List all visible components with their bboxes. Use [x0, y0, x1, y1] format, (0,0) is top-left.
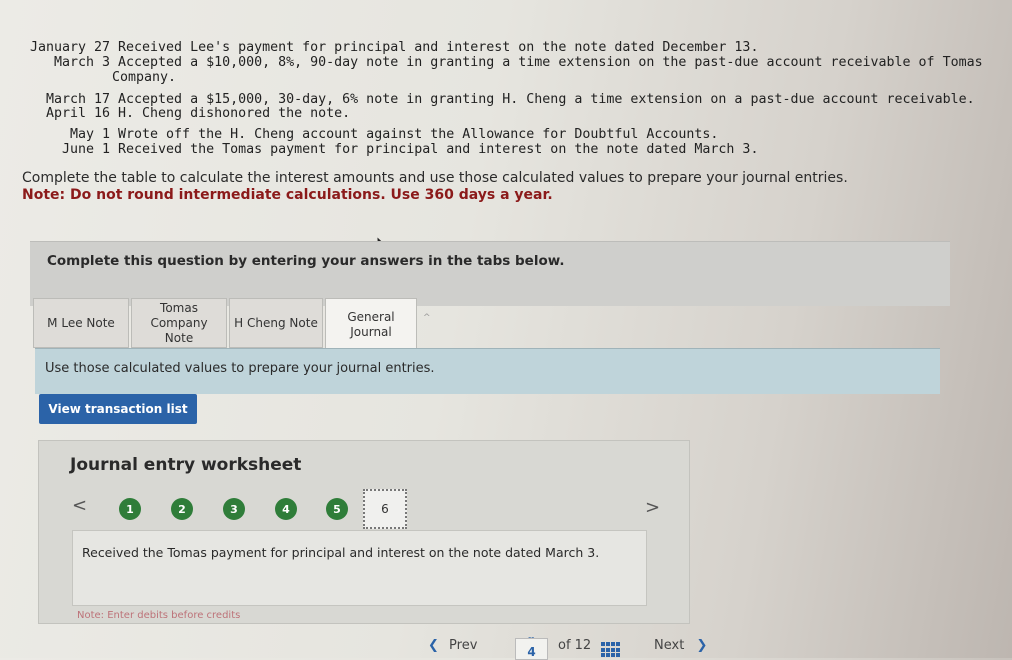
transaction-row: March 3 Accepted a $10,000, 8%, 90-day n…: [16, 55, 983, 70]
tab-instruction-text: Use those calculated values to prepare y…: [45, 361, 435, 376]
tabs-banner: Complete this question by entering your …: [30, 241, 950, 306]
question-instructions: Complete the table to calculate the inte…: [22, 170, 848, 204]
transaction-description: Received the Tomas payment for principal…: [82, 545, 600, 560]
transaction-text: Wrote off the H. Cheng account against t…: [118, 127, 719, 142]
transaction-row: May 1 Wrote off the H. Cheng account aga…: [16, 127, 718, 142]
transaction-row: June 1 Received the Tomas payment for pr…: [16, 142, 759, 157]
worksheet-note: Note: Enter debits before credits: [77, 610, 241, 621]
transaction-text: Accepted a $10,000, 8%, 90-day note in g…: [118, 55, 983, 70]
view-transaction-list-button[interactable]: View transaction list: [39, 394, 197, 424]
worksheet-step-2[interactable]: 2: [171, 498, 193, 520]
next-button[interactable]: Next ❯: [654, 638, 707, 658]
tab-h-cheng-note[interactable]: H Cheng Note: [229, 298, 323, 348]
transaction-text: H. Cheng dishonored the note.: [118, 106, 351, 121]
current-page-input[interactable]: 4: [515, 638, 548, 660]
journal-entry-worksheet: Journal entry worksheet < 1 2 3 4 5 6 > …: [38, 440, 690, 624]
instruction-text: Complete the table to calculate the inte…: [22, 170, 848, 186]
tab-m-lee-note[interactable]: M Lee Note: [33, 298, 129, 348]
transaction-text: Received the Tomas payment for principal…: [118, 142, 759, 157]
worksheet-step-6-current[interactable]: 6: [363, 489, 407, 529]
banner-text: Complete this question by entering your …: [47, 253, 565, 269]
prev-button[interactable]: ❮ Prev: [428, 638, 477, 658]
question-grid-icon[interactable]: [601, 642, 621, 658]
worksheet-step-1[interactable]: 1: [119, 498, 141, 520]
transaction-continuation: Company.: [112, 70, 177, 85]
tab-label: Company Note: [150, 315, 208, 345]
tab-tomas-company-note[interactable]: Tomas Company Note: [131, 298, 227, 348]
worksheet-step-4[interactable]: 4: [275, 498, 297, 520]
collapse-caret-icon[interactable]: ^: [423, 313, 431, 323]
tab-instruction-bar: Use those calculated values to prepare y…: [35, 348, 940, 394]
transaction-row: April 16 H. Cheng dishonored the note.: [16, 106, 350, 121]
transaction-date: June 1: [61, 142, 110, 157]
worksheet-step-5[interactable]: 5: [326, 498, 348, 520]
next-label: Next: [654, 638, 685, 653]
worksheet-step-3[interactable]: 3: [223, 498, 245, 520]
transaction-date: January 27: [29, 40, 110, 55]
worksheet-prev-arrow-icon[interactable]: <: [72, 495, 87, 516]
tab-label: General: [347, 310, 395, 324]
chevron-left-icon: ❮: [428, 638, 439, 653]
chevron-right-icon: ❯: [696, 638, 708, 653]
transaction-date: May 1: [69, 127, 110, 142]
page-count: of 12: [558, 638, 592, 653]
transaction-row: January 27 Received Lee's payment for pr…: [16, 40, 759, 55]
instruction-note: Note: Do not round intermediate calculat…: [22, 187, 553, 203]
transaction-text: Received Lee's payment for principal and…: [118, 40, 759, 55]
prev-label: Prev: [449, 638, 478, 653]
tab-label: H Cheng Note: [234, 315, 318, 330]
transaction-description-box: Received the Tomas payment for principal…: [72, 530, 647, 606]
tab-label: Tomas: [160, 300, 198, 315]
transaction-date: March 17: [45, 92, 110, 107]
worksheet-next-arrow-icon[interactable]: >: [645, 497, 660, 518]
transaction-date: April 16: [45, 106, 110, 121]
tab-bar: M Lee Note Tomas Company Note H Cheng No…: [33, 298, 419, 351]
worksheet-title: Journal entry worksheet: [70, 455, 302, 475]
tab-general-journal[interactable]: General Journal: [325, 298, 417, 351]
transaction-date: March 3: [53, 55, 110, 70]
tab-label: M Lee Note: [47, 315, 115, 330]
tab-label: Journal: [350, 325, 392, 339]
transaction-text: Accepted a $15,000, 30-day, 6% note in g…: [118, 92, 975, 107]
transaction-row: March 17 Accepted a $15,000, 30-day, 6% …: [16, 92, 975, 107]
